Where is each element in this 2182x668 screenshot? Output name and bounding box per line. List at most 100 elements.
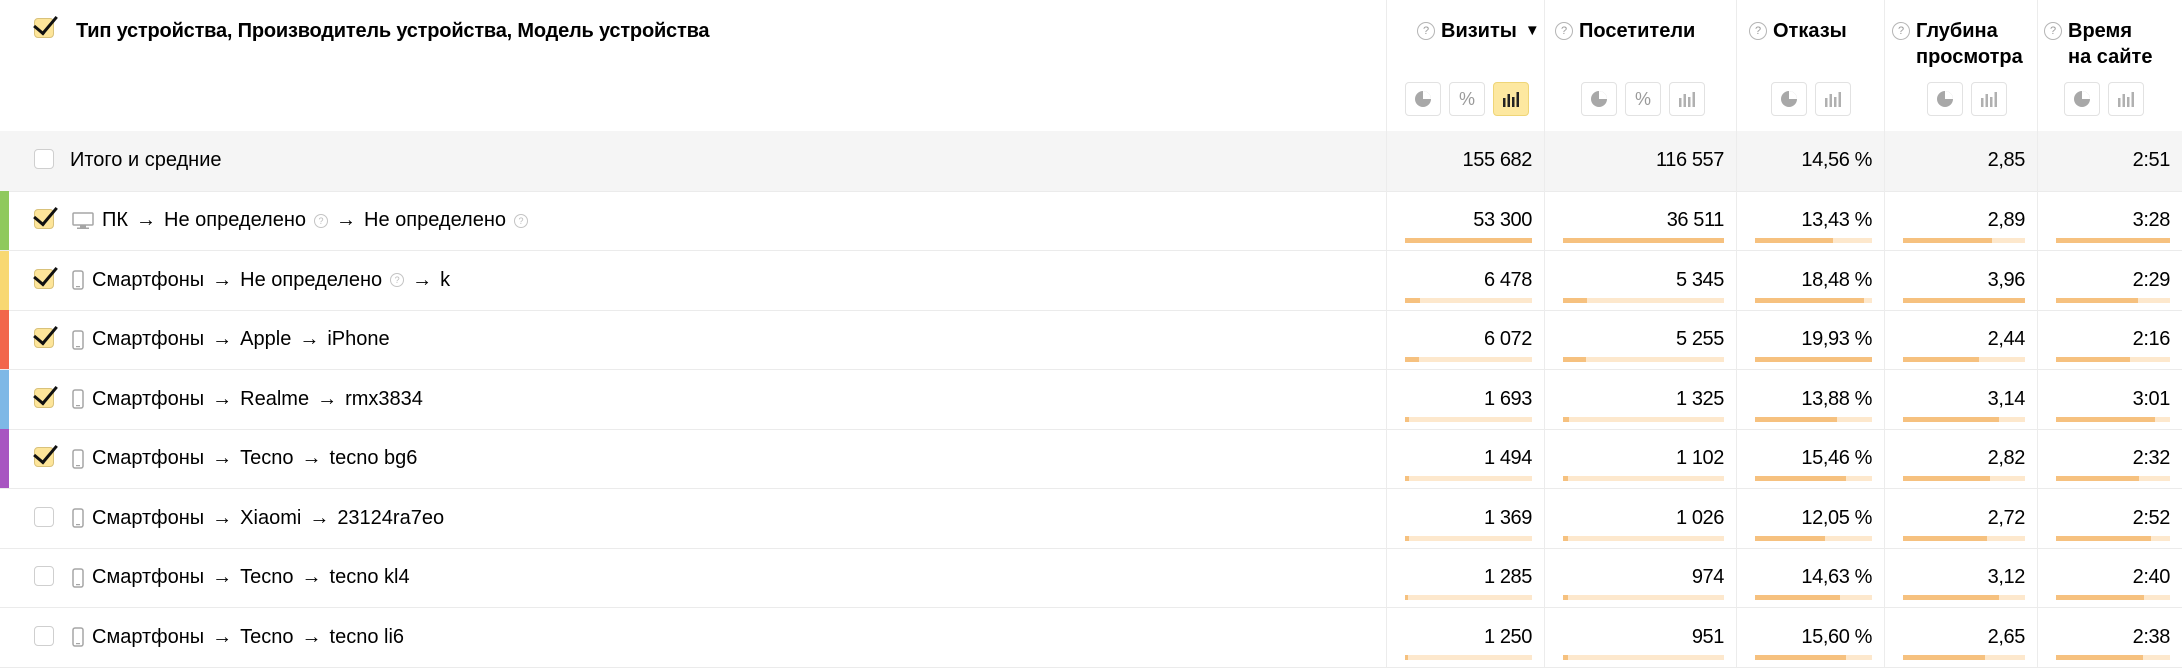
table-row[interactable]: Смартфоны → Realme → rmx3834 1 693 1 325 13,88 … bbox=[0, 369, 2182, 430]
metric-cell-depth: 3,14 bbox=[1884, 369, 2037, 429]
device-type: Смартфоны bbox=[92, 506, 205, 529]
table-row[interactable]: Смартфоны → Tecno → tecno li6 1 250 951 15,60 %… bbox=[0, 607, 2182, 668]
help-icon[interactable]: ? bbox=[1892, 22, 1910, 40]
metric-header-bounce[interactable]: ? Отказы bbox=[1736, 0, 1884, 131]
help-icon[interactable]: ? bbox=[1749, 22, 1767, 40]
metric-bar-track bbox=[2056, 654, 2170, 660]
metric-label-depth[interactable]: Глубина просмотра bbox=[1916, 18, 2023, 70]
dimension-path[interactable]: ПК → Не определено? → Не определено? bbox=[72, 209, 528, 232]
percent-button[interactable]: % bbox=[1449, 82, 1485, 116]
dimension-cell[interactable]: Смартфоны → Tecno → tecno li6 bbox=[0, 608, 1386, 667]
row-checkbox[interactable] bbox=[33, 260, 58, 289]
metric-value-visitors: 1 325 bbox=[1675, 387, 1724, 410]
pie-chart-button[interactable] bbox=[1581, 82, 1617, 116]
total-visits-cell: 155 682 bbox=[1386, 131, 1544, 191]
metric-label-visits[interactable]: Визиты bbox=[1441, 18, 1517, 44]
manufacturer: Apple bbox=[240, 328, 292, 350]
table-row[interactable]: Смартфоны → Не определено? → k 6 478 5 345 18,4… bbox=[0, 250, 2182, 311]
arrow-icon: → bbox=[301, 625, 322, 648]
group-title[interactable]: Тип устройства, Производитель устройства… bbox=[76, 20, 710, 43]
dimension-cell[interactable]: Смартфоны → Tecno → tecno kl4 bbox=[0, 548, 1386, 607]
metric-label-time[interactable]: Время на сайте bbox=[2068, 18, 2152, 70]
pie-chart-button[interactable] bbox=[2064, 82, 2100, 116]
dimension-path[interactable]: Смартфоны → Xiaomi → 23124ra7eo bbox=[72, 507, 444, 530]
dimension-cell[interactable]: Смартфоны → Apple → iPhone bbox=[0, 310, 1386, 369]
dimension-path[interactable]: Смартфоны → Tecno → tecno bg6 bbox=[72, 447, 417, 470]
help-icon[interactable]: ? bbox=[2044, 22, 2062, 40]
pie-chart-button[interactable] bbox=[1771, 82, 1807, 116]
metric-label-depth-line1: Глубина bbox=[1916, 20, 1998, 42]
dimension-cell[interactable]: Смартфоны → Tecno → tecno bg6 bbox=[0, 429, 1386, 488]
metric-bar-fill bbox=[1755, 535, 1826, 541]
bar-chart-button[interactable] bbox=[1669, 82, 1705, 116]
help-icon[interactable]: ? bbox=[514, 213, 528, 228]
series-color-stripe bbox=[0, 191, 9, 250]
row-checkbox[interactable] bbox=[34, 506, 54, 527]
metric-label-time-line2: на сайте bbox=[2068, 46, 2153, 68]
help-icon[interactable]: ? bbox=[314, 213, 329, 228]
manufacturer: Tecno bbox=[240, 447, 294, 469]
dimension-path[interactable]: Смартфоны → Tecno → tecno kl4 bbox=[72, 566, 410, 589]
metric-bar-fill bbox=[1755, 654, 1847, 660]
metric-bar-track bbox=[1563, 535, 1724, 541]
row-checkbox[interactable] bbox=[33, 319, 58, 348]
metric-cell-depth: 3,96 bbox=[1884, 250, 2037, 310]
metric-value-time-on-site: 2:29 bbox=[2132, 268, 2171, 291]
metric-label-bounce[interactable]: Отказы bbox=[1773, 18, 1847, 44]
metric-header-depth[interactable]: ? Глубина просмотра bbox=[1884, 0, 2037, 131]
bar-chart-button[interactable] bbox=[1815, 82, 1851, 116]
metric-bar-track bbox=[1755, 535, 1872, 541]
metric-bar-fill bbox=[1903, 595, 2000, 600]
table-row[interactable]: Смартфоны → Apple → iPhone 6 072 5 255 19,93 % 2… bbox=[0, 310, 2182, 370]
table-row[interactable]: Смартфоны → Tecno → tecno kl4 1 285 974 14,63 %… bbox=[0, 548, 2182, 608]
metric-cell-visits: 53 300 bbox=[1386, 191, 1544, 250]
pie-chart-button[interactable] bbox=[1927, 82, 1963, 116]
dimension-path[interactable]: Смартфоны → Realme → rmx3834 bbox=[72, 388, 423, 411]
metric-value-visits: 6 478 bbox=[1483, 268, 1532, 291]
metric-label-visitors[interactable]: Посетители bbox=[1579, 18, 1695, 44]
table-row[interactable]: Смартфоны → Tecno → tecno bg6 1 494 1 102 15,46… bbox=[0, 429, 2182, 489]
dimension-cell[interactable]: Смартфоны → Не определено? → k bbox=[0, 250, 1386, 310]
metric-bar-fill bbox=[1755, 238, 1834, 243]
dimension-path[interactable]: Смартфоны → Не определено? → k bbox=[72, 269, 450, 292]
row-checkbox[interactable] bbox=[33, 200, 58, 229]
percent-button[interactable]: % bbox=[1625, 82, 1661, 116]
bar-chart-button[interactable] bbox=[1971, 82, 2007, 116]
row-checkbox[interactable] bbox=[34, 625, 54, 646]
metric-header-visitors[interactable]: ? Посетители % bbox=[1544, 0, 1736, 131]
dimension-path[interactable]: Смартфоны → Tecno → tecno li6 bbox=[72, 626, 404, 649]
series-color-stripe bbox=[0, 369, 9, 429]
help-icon[interactable]: ? bbox=[1417, 22, 1435, 40]
dimension-cell[interactable]: Смартфоны → Realme → rmx3834 bbox=[0, 369, 1386, 429]
metric-bar-track bbox=[1755, 595, 1872, 600]
pie-chart-icon bbox=[2074, 91, 2090, 107]
help-icon[interactable]: ? bbox=[390, 273, 405, 287]
select-all-checkbox[interactable] bbox=[33, 9, 58, 38]
metric-bar-fill bbox=[1563, 297, 1588, 303]
pie-chart-button[interactable] bbox=[1405, 82, 1441, 116]
help-icon[interactable]: ? bbox=[1555, 22, 1573, 40]
bar-chart-button[interactable] bbox=[1493, 82, 1529, 116]
table-row[interactable]: Смартфоны → Xiaomi → 23124ra7eo 1 369 1 026 12,… bbox=[0, 488, 2182, 549]
row-checkbox[interactable] bbox=[34, 566, 54, 586]
metric-value-bounce-rate: 14,63 % bbox=[1801, 566, 1872, 588]
dimension-path[interactable]: Смартфоны → Apple → iPhone bbox=[72, 328, 390, 351]
metric-header-visits[interactable]: ? Визиты ▼ % bbox=[1386, 0, 1544, 131]
totals-label-cell: Итого и средние bbox=[0, 131, 1386, 191]
device-type: Смартфоны bbox=[92, 447, 205, 469]
bar-chart-button[interactable] bbox=[2108, 82, 2144, 116]
table-row[interactable]: ПК → Не определено? → Не определено? 53 300 36… bbox=[0, 191, 2182, 251]
arrow-icon: → bbox=[412, 268, 433, 291]
dimension-cell[interactable]: Смартфоны → Xiaomi → 23124ra7eo bbox=[0, 489, 1386, 548]
row-checkbox[interactable] bbox=[33, 379, 58, 408]
dimension-cell[interactable]: ПК → Не определено? → Не определено? bbox=[0, 191, 1386, 250]
metric-header-time[interactable]: ? Время на сайте bbox=[2037, 0, 2182, 131]
metric-bar-track bbox=[1755, 476, 1872, 481]
totals-checkbox[interactable] bbox=[34, 149, 54, 169]
phone-icon bbox=[72, 567, 84, 588]
sort-desc-icon[interactable]: ▼ bbox=[1525, 18, 1540, 44]
metric-cell-visits: 1 369 bbox=[1386, 488, 1544, 548]
metric-value-bounce-rate: 15,46 % bbox=[1801, 447, 1872, 469]
metric-bar-fill bbox=[1405, 297, 1421, 303]
row-checkbox[interactable] bbox=[33, 438, 58, 467]
